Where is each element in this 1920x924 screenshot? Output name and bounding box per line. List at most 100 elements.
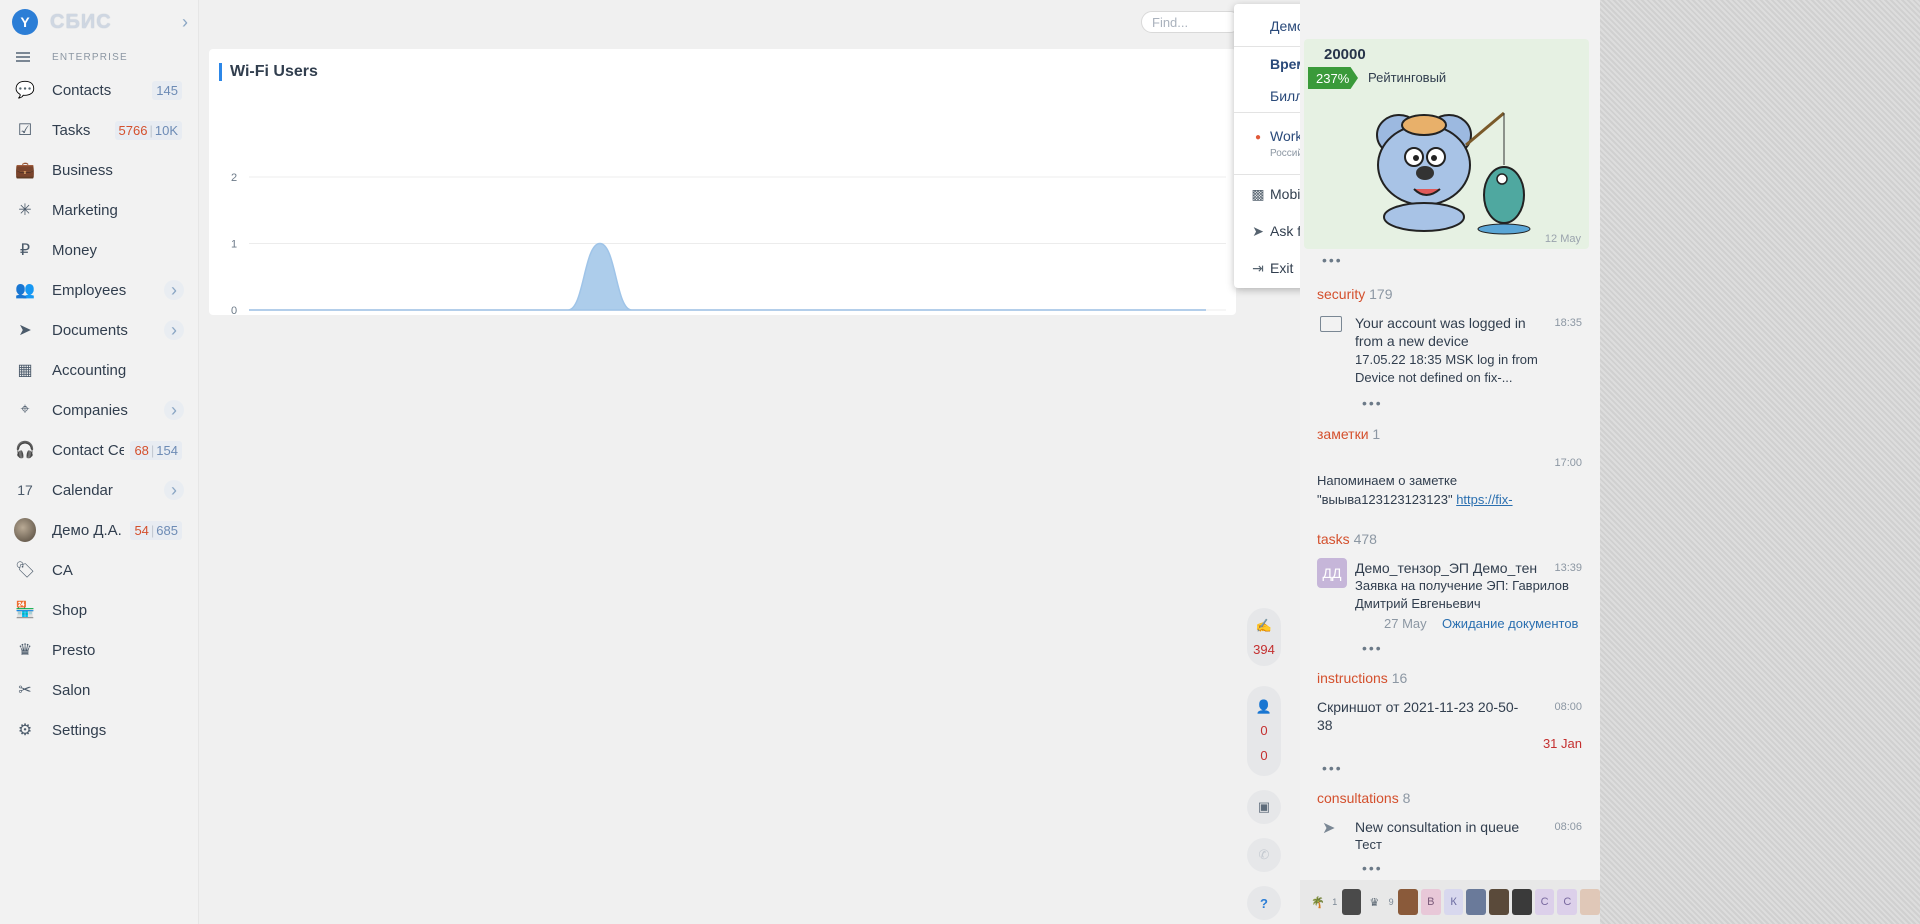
sidebar-item-profile[interactable]: Демо Д.А. 54 | 685 [0,510,198,550]
store-icon: 🏪 [15,602,35,619]
instructions-line-2: 38 [1317,717,1333,733]
sidebar-item-employees[interactable]: 👥 Employees › [0,270,198,310]
rating-date: 12 May [1544,233,1581,245]
avatar[interactable] [1511,889,1532,915]
menu-icon[interactable] [16,50,30,64]
contacts-tool[interactable]: 👤 0 0 [1247,686,1281,776]
sidebar-item-companies[interactable]: ⌖ Companies › [0,390,198,430]
consultation-line-2: Тест [1355,837,1382,852]
avatar[interactable] [1580,889,1600,915]
sidebar-item-shop[interactable]: 🏪 Shop [0,590,198,630]
tool-group-contacts: 👤 0 0 [1247,686,1281,776]
sidebar-item-label: CA [52,561,73,579]
person-icon: 👤 [1255,699,1273,714]
consultation-icon: ➤ [1322,820,1336,837]
sidebar-item-tasks[interactable]: ☑ Tasks 5766 | 10K [0,110,198,150]
sidebar-item-ca[interactable]: 🏷 CA [0,550,198,590]
help-tool-wrap: ? [1247,886,1281,920]
headset-icon: 🎧 [15,442,35,459]
more-dots-icon[interactable]: ••• [1362,395,1383,411]
section-tasks[interactable]: tasks 478 [1317,531,1377,547]
section-security[interactable]: security 179 [1317,286,1392,302]
sbis-logo-icon[interactable]: Y [12,9,38,35]
avatar[interactable]: К [1443,889,1464,915]
phone-tool[interactable]: ✆ [1247,838,1281,872]
avatar[interactable] [1489,889,1509,915]
help-button[interactable]: ? [1247,886,1281,920]
y-tick-label: 0 [231,305,237,315]
sidebar-item-accounting[interactable]: ▦ Accounting [0,350,198,390]
more-dots-icon[interactable]: ••• [1362,860,1383,876]
avatar[interactable]: С [1557,889,1578,915]
chevron-right-icon[interactable]: › [164,480,184,500]
task-time: 13:39 [1554,562,1582,574]
notes-line-1: Напоминаем о заметке [1317,473,1458,488]
section-instructions[interactable]: instructions 16 [1317,670,1407,686]
brand-bar: Y СБИС › [0,0,198,44]
avatar[interactable] [1466,889,1487,915]
more-dots-icon[interactable]: ••• [1362,640,1383,656]
counter-red: 54 [134,522,149,538]
sidebar-item-settings[interactable]: ⚙ Settings [0,710,198,750]
counter-badge: 54 | 685 [130,520,182,540]
phone-tool-wrap: ✆ [1247,838,1281,872]
note-icon: ▣ [1257,799,1271,814]
rating-percent-badge: 237% [1308,67,1358,89]
counter-red: 5766 [118,122,148,138]
avatar[interactable] [1398,889,1418,915]
instructions-date: 31 Jan [1542,736,1582,751]
chevron-right-icon[interactable]: › [182,12,188,33]
avatar[interactable]: В [1420,889,1441,915]
sidebar-item-money[interactable]: ₽ Money [0,230,198,270]
avatar[interactable]: ДД [1317,558,1347,588]
section-count: 16 [1391,670,1408,686]
contacts-count: 0 [1260,723,1268,738]
exit-icon: ⇥ [1252,260,1264,276]
notes-link[interactable]: https://fix- [1456,492,1512,507]
avatar[interactable] [1341,889,1362,915]
search-input[interactable]: Find... [1141,11,1241,33]
paper-plane-icon: ➤ [18,322,32,339]
sidebar-item-documents[interactable]: ➤ Documents › [0,310,198,350]
menu-item-exit[interactable]: Exit [1270,260,1293,276]
edition-label: ENTERPRISE [52,51,128,63]
koala-fishing-icon [1376,111,1531,235]
palm-icon[interactable]: 🌴 [1308,889,1328,915]
chevron-right-icon[interactable]: › [164,280,184,300]
section-notes[interactable]: заметки 1 [1317,426,1380,442]
chef-icon[interactable]: ♛ [1364,889,1384,915]
rating-card[interactable]: 20000 237% Рейтинговый 12 May [1304,39,1589,249]
sidebar-item-contacts[interactable]: 💬 Contacts 145 [0,70,198,110]
sidebar-item-calendar[interactable]: 17 Calendar › [0,470,198,510]
notes-time: 17:00 [1554,457,1582,469]
y-tick-label: 2 [231,172,237,184]
menu-toggle[interactable]: ENTERPRISE [0,44,198,70]
rating-label: Рейтинговый [1368,70,1447,85]
task-status[interactable]: Ожидание документов [1442,615,1578,633]
chevron-right-icon[interactable]: › [164,400,184,420]
sidebar-item-salon[interactable]: ✂ Salon [0,670,198,710]
tag-icon: 🏷 [14,562,36,579]
sidebar-item-business[interactable]: 💼 Business [0,150,198,190]
background-texture [1600,0,1920,924]
section-consultations[interactable]: consultations 8 [1317,790,1410,806]
mail-tool[interactable]: ✍ 394 [1247,608,1281,666]
more-dots-icon[interactable]: ••• [1322,252,1343,268]
sidebar-item-marketing[interactable]: ✳ Marketing [0,190,198,230]
mail-pen-icon: ✍ [1255,617,1273,633]
sidebar-item-label: Shop [52,601,88,619]
task-line-3: Дмитрий Евгеньевич [1355,596,1481,611]
counter-badge: 68 | 154 [130,440,182,460]
ruble-icon: ₽ [19,242,31,259]
task-line-2: Заявка на получение ЭП: Гаврилов [1355,578,1569,593]
sidebar-item-label: Calendar [52,481,113,499]
section-count: 1 [1372,426,1381,442]
notes-tool[interactable]: ▣ [1247,790,1281,824]
sidebar-item-contact-center[interactable]: 🎧 Contact Ce 68 | 154 [0,430,198,470]
more-dots-icon[interactable]: ••• [1322,760,1343,776]
sidebar-item-presto[interactable]: ♛ Presto [0,630,198,670]
security-time: 18:35 [1554,317,1582,329]
avatar[interactable]: С [1534,889,1555,915]
paper-plane-icon: ➤ [1252,223,1264,239]
chevron-right-icon[interactable]: › [164,320,184,340]
